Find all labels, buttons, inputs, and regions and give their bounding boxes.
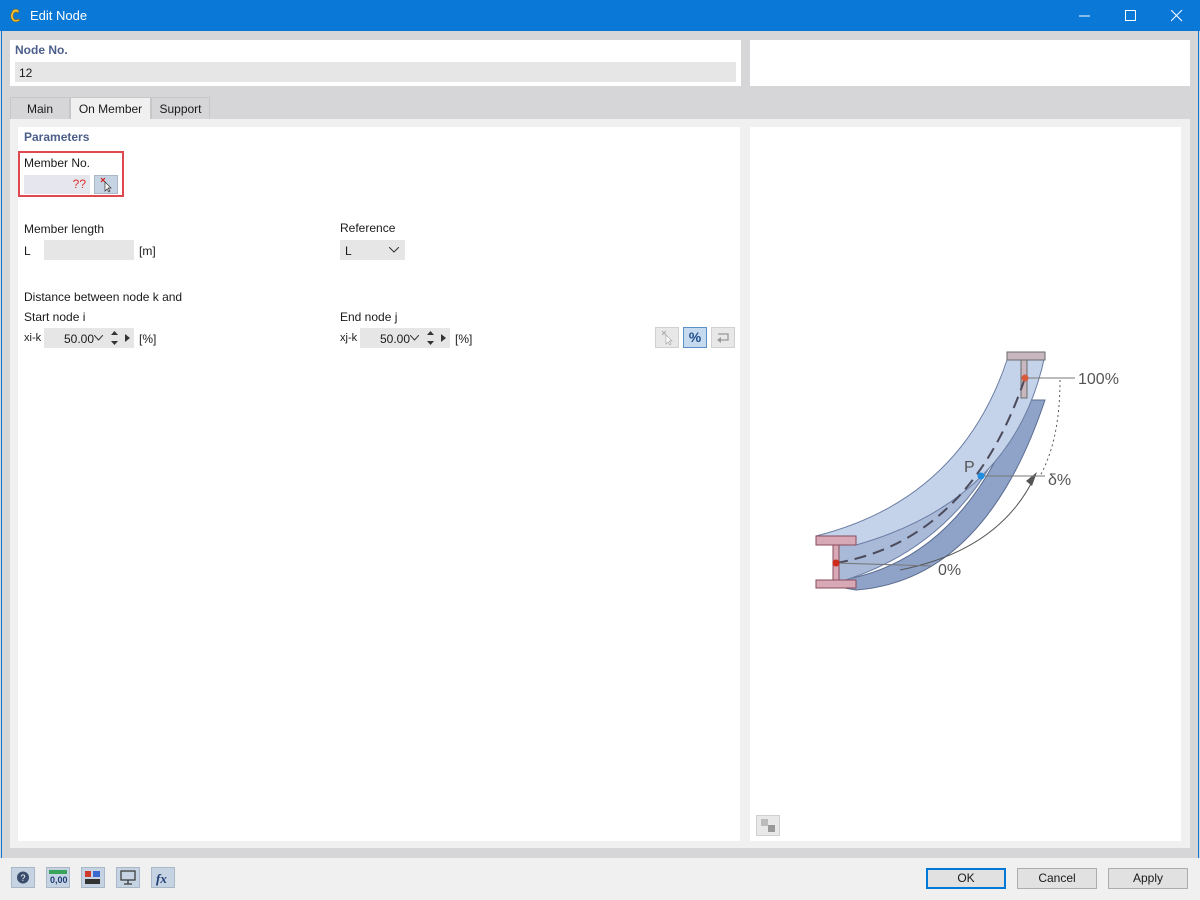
p-point-marker [977, 472, 985, 480]
triangle-right-icon[interactable] [125, 334, 130, 342]
curved-beam-diagram: 100% δ% 0% P [815, 351, 1119, 591]
parameters-heading: Parameters [24, 130, 90, 144]
pick-point-button[interactable] [655, 327, 679, 348]
start-distance-value: 50.00 [63, 332, 94, 346]
member-no-input[interactable]: ?? [24, 175, 90, 194]
cancel-button[interactable]: Cancel [1017, 868, 1097, 889]
formula-button[interactable]: fx [151, 867, 175, 888]
tab-support[interactable]: Support [151, 97, 210, 119]
triangle-right-icon[interactable] [441, 334, 446, 342]
svg-text:?: ? [21, 873, 26, 883]
node-panel: Node No. 12 [10, 40, 741, 86]
length-symbol: L [24, 244, 31, 258]
node-no-value: 12 [19, 66, 33, 80]
svg-text:fx: fx [156, 871, 167, 886]
view-button[interactable] [116, 867, 140, 888]
units-button[interactable]: 0,00 [46, 867, 70, 888]
units-icon: 0,00 [49, 870, 68, 885]
node-no-field[interactable]: 12 [15, 62, 736, 82]
spin-arrows-icon[interactable] [427, 331, 434, 345]
close-button[interactable] [1154, 0, 1200, 31]
formula-icon: fx [156, 871, 167, 886]
display-button[interactable] [81, 867, 105, 888]
node-no-label: Node No. [15, 43, 68, 57]
reference-label: Reference [340, 221, 396, 235]
pick-cursor-icon [100, 177, 112, 193]
close-icon [1171, 10, 1183, 22]
illustration-panel: 100% δ% 0% P [750, 127, 1181, 841]
apply-button[interactable]: Apply [1108, 868, 1188, 889]
swap-image-button[interactable] [756, 815, 780, 836]
distance-label: Distance between node k and [24, 290, 183, 304]
member-length-field [44, 240, 134, 260]
end-distance-value: 50.00 [379, 332, 410, 346]
pick-cursor-icon [661, 330, 673, 346]
app-icon [8, 7, 24, 23]
start-unit: [%] [139, 332, 157, 346]
maximize-button[interactable] [1108, 0, 1154, 31]
start-distance-spinner[interactable]: 50.00 [44, 328, 134, 348]
display-icon [85, 871, 100, 884]
label-delta: δ% [1048, 472, 1071, 489]
end-unit: [%] [455, 332, 473, 346]
percent-toggle-button[interactable]: % [683, 327, 707, 348]
parameters-panel: Parameters Member No. ?? Member length L… [18, 127, 740, 841]
pick-member-button[interactable] [94, 175, 118, 194]
tab-on-member[interactable]: On Member [70, 97, 151, 119]
length-unit: [m] [139, 244, 156, 258]
minimize-icon [1079, 15, 1090, 17]
member-no-highlight: Member No. ?? [18, 151, 124, 197]
tab-main[interactable]: Main [10, 97, 70, 119]
help-button[interactable]: ? [11, 867, 35, 888]
member-no-label: Member No. [24, 156, 91, 170]
reference-value: L [345, 244, 352, 258]
start-node-label: Start node i [24, 310, 86, 324]
svg-text:0,00: 0,00 [50, 875, 68, 885]
title-bar: Edit Node [0, 0, 1200, 31]
swap-icon [761, 819, 775, 832]
reverse-button[interactable] [711, 327, 735, 348]
view-icon [120, 870, 136, 885]
chevron-down-icon [410, 335, 419, 341]
label-100: 100% [1078, 371, 1119, 388]
return-arrow-icon [717, 333, 729, 343]
end-distance-spinner[interactable]: 50.00 [360, 328, 450, 348]
chevron-down-icon [94, 335, 103, 341]
start-point-marker [832, 559, 840, 567]
minimize-button[interactable] [1062, 0, 1108, 31]
node-comment-panel [750, 40, 1190, 86]
chevron-down-icon [389, 247, 399, 253]
reference-select[interactable]: L [340, 240, 405, 260]
label-p: P [964, 459, 975, 476]
ok-button[interactable]: OK [926, 868, 1006, 889]
end-symbol: xj-k [340, 332, 358, 344]
end-point-marker [1021, 374, 1029, 382]
spin-arrows-icon[interactable] [111, 331, 118, 345]
label-0: 0% [938, 562, 961, 579]
maximize-icon [1125, 10, 1136, 21]
end-node-label: End node j [340, 310, 398, 324]
member-length-label: Member length [24, 222, 105, 236]
help-icon: ? [17, 871, 29, 884]
start-symbol: xi-k [24, 332, 42, 344]
window-title: Edit Node [30, 8, 88, 23]
